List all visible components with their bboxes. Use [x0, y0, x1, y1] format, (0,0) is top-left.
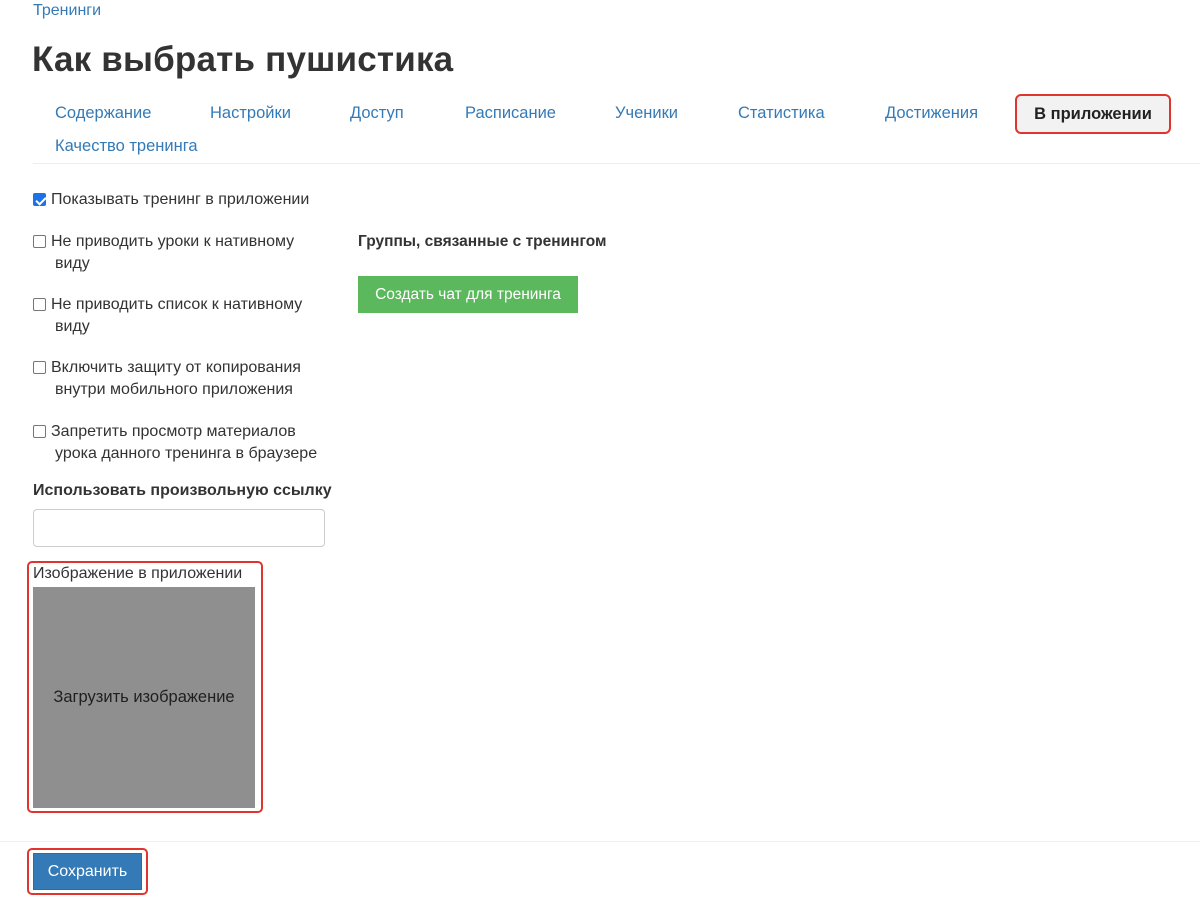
option-label: Не приводить список к нативному	[51, 296, 303, 313]
option-label-continued: виду	[55, 318, 90, 335]
option-label-continued: урока данного тренинга в браузере	[55, 445, 318, 462]
copy-protection-checkbox[interactable]	[33, 361, 46, 374]
option-label-continued: внутри мобильного приложения	[55, 381, 293, 398]
custom-link-label: Использовать произвольную ссылку	[33, 482, 332, 499]
tab-training-quality[interactable]: Качество тренинга	[55, 137, 198, 156]
upload-image-button[interactable]: Загрузить изображение	[33, 587, 255, 808]
tab-content[interactable]: Содержание	[55, 104, 151, 123]
create-chat-button[interactable]: Создать чат для тренинга	[358, 276, 578, 313]
option-label: Включить защиту от копирования	[51, 359, 301, 376]
tab-students[interactable]: Ученики	[615, 104, 678, 123]
no-native-list-checkbox[interactable]	[33, 298, 46, 311]
show-in-app-checkbox[interactable]	[33, 193, 46, 206]
option-label: Запретить просмотр материалов	[51, 423, 296, 440]
page-title: Как выбрать пушистика	[32, 40, 454, 79]
tab-schedule[interactable]: Расписание	[465, 104, 556, 123]
tab-access[interactable]: Доступ	[350, 104, 404, 123]
save-button[interactable]: Сохранить	[33, 853, 142, 890]
block-browser-view-checkbox[interactable]	[33, 425, 46, 438]
tab-settings[interactable]: Настройки	[210, 104, 291, 123]
tab-achievements[interactable]: Достижения	[885, 104, 978, 123]
option-label: Не приводить уроки к нативному	[51, 233, 295, 250]
groups-title: Группы, связанные с тренингом	[358, 233, 607, 250]
custom-link-input[interactable]	[33, 509, 325, 547]
no-native-lessons-checkbox[interactable]	[33, 235, 46, 248]
tabs-nav: Содержание Настройки Доступ Расписание У…	[33, 94, 1200, 164]
footer-divider	[0, 841, 1200, 842]
option-label-continued: виду	[55, 255, 90, 272]
tab-in-app[interactable]: В приложении	[1015, 94, 1171, 134]
option-label: Показывать тренинг в приложении	[51, 191, 310, 208]
tab-statistics[interactable]: Статистика	[738, 104, 825, 123]
app-image-label: Изображение в приложении	[33, 565, 243, 582]
breadcrumb-trainings-link[interactable]: Тренинги	[33, 2, 101, 20]
